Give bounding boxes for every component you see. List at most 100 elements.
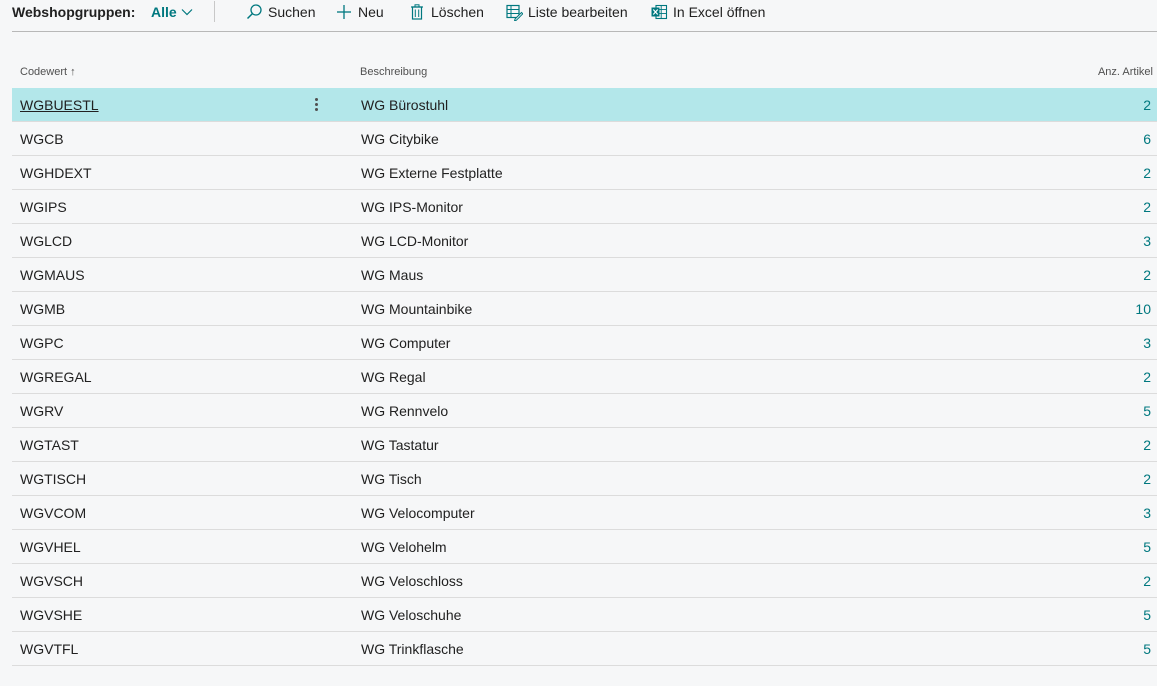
table-header: Codewert ↑ Beschreibung Anz. Artikel [12,56,1157,88]
cell-item-count[interactable]: 2 [1143,165,1151,181]
cell-description: WG Computer [361,335,451,351]
cell-code[interactable]: WGPC [20,335,64,351]
cell-code[interactable]: WGVSCH [20,573,83,589]
table-body: WGBUESTL WG Bürostuhl 2 WGCB WG Citybike 6 WGH… [12,88,1157,666]
new-button[interactable]: Neu [335,3,384,21]
cell-item-count[interactable]: 3 [1143,335,1151,351]
cell-item-count[interactable]: 2 [1143,267,1151,283]
cell-code[interactable]: WGVSHE [20,607,82,623]
more-dot [314,107,318,111]
sort-ascending-icon: ↑ [70,66,76,78]
cell-description: WG Veloschuhe [361,607,462,623]
open-in-excel-button-label: In Excel öffnen [673,4,766,20]
cell-code[interactable]: WGVTFL [20,641,78,657]
view-filter-value: Alle [151,4,177,20]
table-row[interactable]: WGVSCH WG Veloschloss 2 [12,564,1157,598]
cell-description: WG Tastatur [361,437,439,453]
row-more-options-icon[interactable] [310,94,322,114]
column-header-item-count[interactable]: Anz. Artikel [1098,66,1153,78]
table-row[interactable]: WGIPS WG IPS-Monitor 2 [12,190,1157,224]
table-row[interactable]: WGBUESTL WG Bürostuhl 2 [12,88,1157,122]
cell-code[interactable]: WGBUESTL [20,97,99,113]
toolbar-divider [12,31,1157,32]
cell-description: WG Citybike [361,131,439,147]
table-row[interactable]: WGCB WG Citybike 6 [12,122,1157,156]
cell-item-count[interactable]: 2 [1143,471,1151,487]
cell-description: WG Mountainbike [361,301,473,317]
new-button-label: Neu [358,4,384,20]
cell-item-count[interactable]: 5 [1143,403,1151,419]
cell-item-count[interactable]: 3 [1143,505,1151,521]
cell-item-count[interactable]: 6 [1143,131,1151,147]
cell-code[interactable]: WGTISCH [20,471,86,487]
cell-code[interactable]: WGMAUS [20,267,85,283]
cell-code[interactable]: WGREGAL [20,369,92,385]
table-row[interactable]: WGMAUS WG Maus 2 [12,258,1157,292]
cell-description: WG Velocomputer [361,505,475,521]
webshop-groups-table: Codewert ↑ Beschreibung Anz. Artikel WGBU… [12,56,1157,666]
table-row[interactable]: WGPC WG Computer 3 [12,326,1157,360]
cell-item-count[interactable]: 10 [1135,301,1151,317]
edit-list-button-label: Liste bearbeiten [528,4,628,20]
table-row[interactable]: WGMB WG Mountainbike 10 [12,292,1157,326]
chevron-down-icon [181,8,193,16]
edit-list-icon [505,3,523,21]
cell-item-count[interactable]: 2 [1143,437,1151,453]
table-row[interactable]: WGVCOM WG Velocomputer 3 [12,496,1157,530]
table-row[interactable]: WGTAST WG Tastatur 2 [12,428,1157,462]
cell-code[interactable]: WGMB [20,301,65,317]
trash-icon [408,3,426,21]
cell-code[interactable]: WGVHEL [20,539,81,555]
page-title: Webshopgruppen: [12,4,136,20]
delete-button-label: Löschen [431,4,484,20]
cell-item-count[interactable]: 3 [1143,233,1151,249]
cell-description: WG Rennvelo [361,403,449,419]
search-button-label: Suchen [268,4,316,20]
cell-code[interactable]: WGRV [20,403,63,419]
cell-description: WG Bürostuhl [361,97,449,113]
edit-list-button[interactable]: Liste bearbeiten [505,3,628,21]
cell-item-count[interactable]: 5 [1143,641,1151,657]
cell-code[interactable]: WGLCD [20,233,72,249]
cell-code[interactable]: WGIPS [20,199,67,215]
cell-description: WG Tisch [361,471,422,487]
cell-description: WG LCD-Monitor [361,233,469,249]
cell-item-count[interactable]: 2 [1143,97,1151,113]
cell-item-count[interactable]: 2 [1143,573,1151,589]
column-header-code-label: Codewert [20,66,68,78]
excel-icon [650,3,668,21]
cell-item-count[interactable]: 5 [1143,607,1151,623]
plus-icon [335,3,353,21]
table-row[interactable]: WGLCD WG LCD-Monitor 3 [12,224,1157,258]
cell-code[interactable]: WGTAST [20,437,79,453]
table-row[interactable]: WGVSHE WG Veloschuhe 5 [12,598,1157,632]
cell-description: WG Maus [361,267,424,283]
table-row[interactable]: WGHDEXT WG Externe Festplatte 2 [12,156,1157,190]
cell-code[interactable]: WGCB [20,131,64,147]
search-button[interactable]: Suchen [245,3,315,21]
cell-item-count[interactable]: 2 [1143,199,1151,215]
open-in-excel-button[interactable]: In Excel öffnen [650,3,765,21]
cell-description: WG Veloschloss [361,573,463,589]
table-row[interactable]: WGVTFL WG Trinkflasche 5 [12,632,1157,666]
table-row[interactable]: WGREGAL WG Regal 2 [12,360,1157,394]
cell-description: WG Trinkflasche [361,641,464,657]
cell-code[interactable]: WGVCOM [20,505,86,521]
cell-item-count[interactable]: 2 [1143,369,1151,385]
search-icon [245,3,263,21]
table-row[interactable]: WGVHEL WG Velohelm 5 [12,530,1157,564]
column-header-code[interactable]: Codewert ↑ [20,66,76,78]
table-row[interactable]: WGTISCH WG Tisch 2 [12,462,1157,496]
more-dot [314,97,318,101]
action-bar: Webshopgruppen: Alle Suchen Neu Löschen … [0,0,1157,26]
toolbar-separator [214,1,215,22]
cell-description: WG Externe Festplatte [361,165,503,181]
view-filter-dropdown[interactable]: Alle [151,4,193,20]
table-row[interactable]: WGRV WG Rennvelo 5 [12,394,1157,428]
delete-button[interactable]: Löschen [408,3,484,21]
cell-item-count[interactable]: 5 [1143,539,1151,555]
cell-code[interactable]: WGHDEXT [20,165,92,181]
column-header-description[interactable]: Beschreibung [360,66,427,78]
more-dot [314,102,318,106]
cell-description: WG IPS-Monitor [361,199,463,215]
